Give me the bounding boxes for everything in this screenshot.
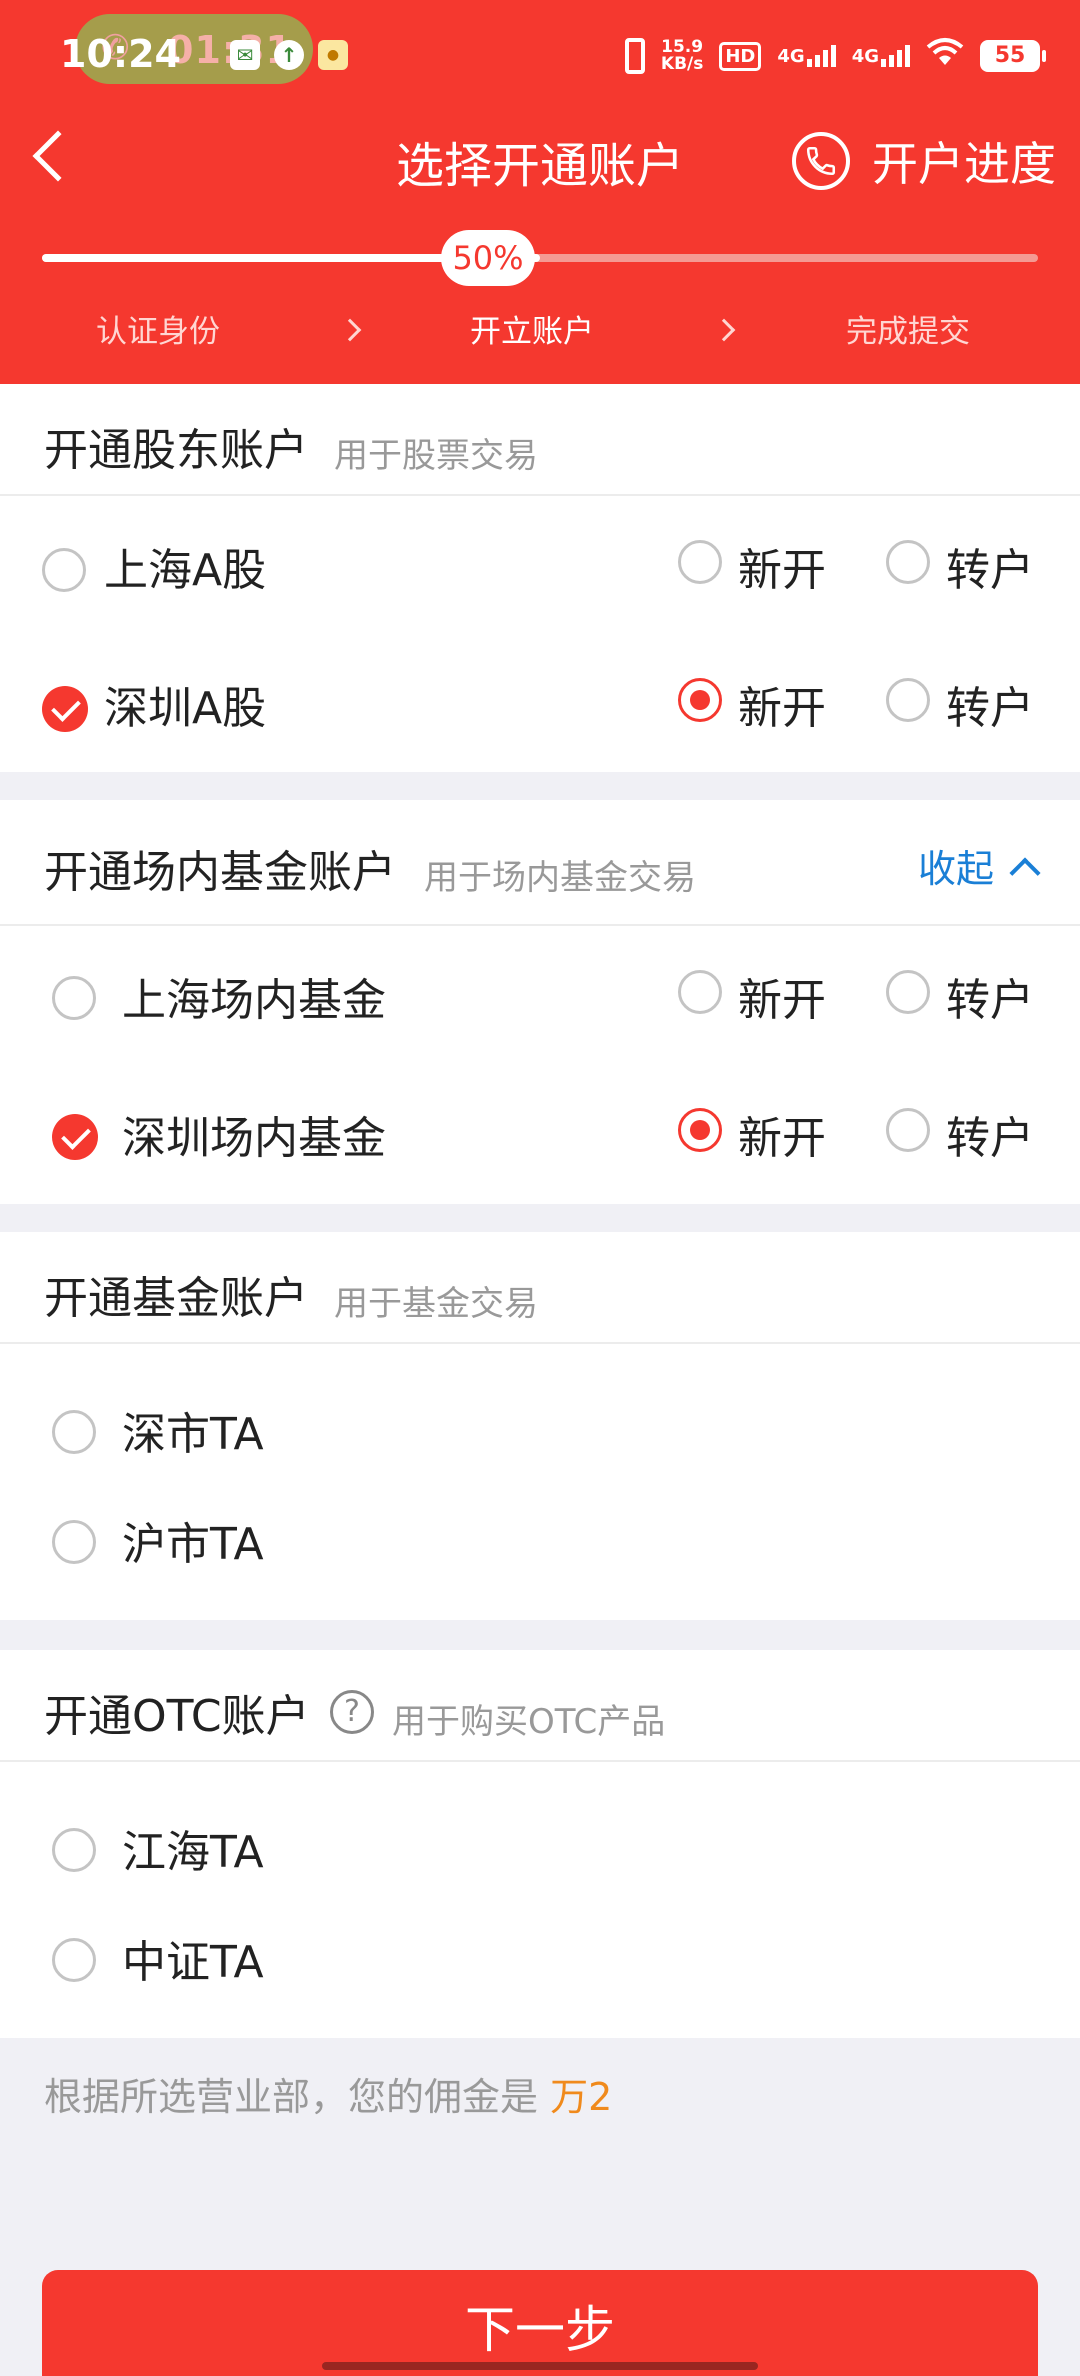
account-row-jianghai-ta[interactable]: 江海TA xyxy=(0,1798,1080,1898)
checkbox-zhongzheng-ta[interactable] xyxy=(52,1938,96,1982)
account-label: 深圳A股 xyxy=(104,683,267,734)
home-indicator[interactable] xyxy=(322,2362,758,2370)
notification-icons: ✉ ↑ ● xyxy=(170,40,348,70)
signal-icon-1: 4G xyxy=(777,45,836,67)
option-new-label: 新开 xyxy=(738,683,826,734)
signal-1-label: 4G xyxy=(777,46,805,67)
account-label: 上海场内基金 xyxy=(122,975,386,1026)
progress-percent-badge: 50% xyxy=(441,230,535,286)
wifi-icon xyxy=(926,36,964,76)
section-subtitle: 用于基金交易 xyxy=(334,1284,538,1324)
commission-note: 根据所选营业部，您的佣金是 万2 xyxy=(44,2066,612,2121)
net-speed: 15.9 KB/s xyxy=(661,39,703,73)
section-title: 开通基金账户 xyxy=(44,1273,308,1324)
radio-new-sh-fund[interactable] xyxy=(678,970,722,1014)
collapse-button[interactable]: 收起 xyxy=(917,838,1041,893)
commission-value: 万2 xyxy=(550,2075,613,2119)
radio-new-sh-a[interactable] xyxy=(678,540,722,584)
progress-track xyxy=(42,254,1038,262)
next-step-button[interactable]: 下一步 xyxy=(42,2270,1038,2376)
commission-text: 根据所选营业部，您的佣金是 xyxy=(44,2075,539,2119)
vibrate-icon xyxy=(624,38,645,74)
otc-account-section: 开通OTC账户 ? 用于购买OTC产品 江海TA 中证TA xyxy=(0,1650,1080,2038)
account-label: 沪市TA xyxy=(122,1519,264,1570)
radio-new-sz-fund-selected[interactable] xyxy=(678,1108,722,1152)
option-new-label: 新开 xyxy=(738,545,826,596)
shareholder-account-section: 开通股东账户 用于股票交易 上海A股 新开 转户 深圳A股 新开 转户 xyxy=(0,384,1080,772)
app-notification-icon: ● xyxy=(318,40,348,70)
step-open-account: 开立账户 xyxy=(470,314,594,350)
radio-transfer-sz-fund[interactable] xyxy=(886,1108,930,1152)
account-row-sz-a[interactable]: 深圳A股 新开 转户 xyxy=(0,654,1080,754)
chevron-up-icon xyxy=(1009,856,1041,889)
hd-icon: HD xyxy=(719,41,762,71)
account-label: 深圳场内基金 xyxy=(122,1113,386,1164)
account-row-sh-fund[interactable]: 上海场内基金 新开 转户 xyxy=(0,946,1080,1046)
section-header: 开通基金账户 用于基金交易 xyxy=(0,1232,1080,1344)
account-row-sh-a[interactable]: 上海A股 新开 转户 xyxy=(0,516,1080,616)
radio-transfer-sz-a[interactable] xyxy=(886,678,930,722)
progress-link-label: 开户进度 xyxy=(872,137,1056,191)
status-time: 10:24 xyxy=(60,32,181,76)
question-circle-icon[interactable]: ? xyxy=(330,1690,374,1734)
checkbox-sz-fund-checked[interactable] xyxy=(52,1114,98,1160)
option-new-label: 新开 xyxy=(738,975,826,1026)
section-title: 开通OTC账户 xyxy=(44,1691,310,1742)
account-row-sz-fund[interactable]: 深圳场内基金 新开 转户 xyxy=(0,1084,1080,1184)
radio-new-sz-a-selected[interactable] xyxy=(678,678,722,722)
checkbox-sh-fund[interactable] xyxy=(52,976,96,1020)
checkbox-sh-ta[interactable] xyxy=(52,1520,96,1564)
account-label: 上海A股 xyxy=(104,545,267,596)
account-label: 江海TA xyxy=(122,1827,264,1878)
fund-account-section: 开通基金账户 用于基金交易 深市TA 沪市TA xyxy=(0,1232,1080,1620)
radio-transfer-sh-fund[interactable] xyxy=(886,970,930,1014)
section-subtitle: 用于股票交易 xyxy=(334,436,538,476)
signal-icon-2: 4G xyxy=(852,45,910,67)
account-row-zhongzheng-ta[interactable]: 中证TA xyxy=(0,1908,1080,2008)
section-subtitle: 用于购买OTC产品 xyxy=(392,1702,666,1742)
signal-2-label: 4G xyxy=(851,46,879,67)
message-icon: ✉ xyxy=(230,40,260,70)
battery-icon: 55 xyxy=(980,40,1046,72)
option-transfer-label: 转户 xyxy=(946,683,1034,734)
step-indicator: 认证身份 开立账户 完成提交 xyxy=(0,306,1080,356)
option-transfer-label: 转户 xyxy=(946,1113,1034,1164)
radio-transfer-sh-a[interactable] xyxy=(886,540,930,584)
checkbox-sh-a[interactable] xyxy=(42,548,86,592)
option-new-label: 新开 xyxy=(738,1113,826,1164)
checkbox-sz-a-checked[interactable] xyxy=(42,686,88,732)
upload-icon: ↑ xyxy=(274,40,304,70)
phone-icon[interactable] xyxy=(792,132,850,190)
account-label: 中证TA xyxy=(122,1937,264,1988)
account-row-sh-ta[interactable]: 沪市TA xyxy=(0,1490,1080,1590)
section-header: 开通场内基金账户 用于场内基金交易 收起 xyxy=(0,800,1080,926)
checkbox-jianghai-ta[interactable] xyxy=(52,1828,96,1872)
account-label: 深市TA xyxy=(122,1409,264,1460)
section-header: 开通OTC账户 ? 用于购买OTC产品 xyxy=(0,1650,1080,1762)
status-right: 15.9 KB/s HD 4G 4G 55 xyxy=(624,36,1046,76)
option-transfer-label: 转户 xyxy=(946,545,1034,596)
section-title: 开通场内基金账户 xyxy=(44,847,396,898)
section-header: 开通股东账户 用于股票交易 xyxy=(0,384,1080,496)
account-progress-link[interactable]: 开户进度 xyxy=(792,128,1056,194)
exchange-fund-account-section: 开通场内基金账户 用于场内基金交易 收起 上海场内基金 新开 转户 深圳场内基金… xyxy=(0,800,1080,1204)
header: ✆ 01:31 10:24 ✉ ↑ ● 15.9 KB/s HD 4G 4G xyxy=(0,0,1080,384)
checkbox-sz-ta[interactable] xyxy=(52,1410,96,1454)
account-row-sz-ta[interactable]: 深市TA xyxy=(0,1380,1080,1480)
step-verify-identity: 认证身份 xyxy=(96,314,220,350)
section-subtitle: 用于场内基金交易 xyxy=(424,858,696,898)
collapse-label: 收起 xyxy=(917,847,994,891)
status-bar: ✆ 01:31 10:24 ✉ ↑ ● 15.9 KB/s HD 4G 4G xyxy=(0,0,1080,115)
section-title: 开通股东账户 xyxy=(44,425,308,476)
step-submit: 完成提交 xyxy=(846,314,970,350)
net-speed-unit: KB/s xyxy=(660,54,704,74)
option-transfer-label: 转户 xyxy=(946,975,1034,1026)
